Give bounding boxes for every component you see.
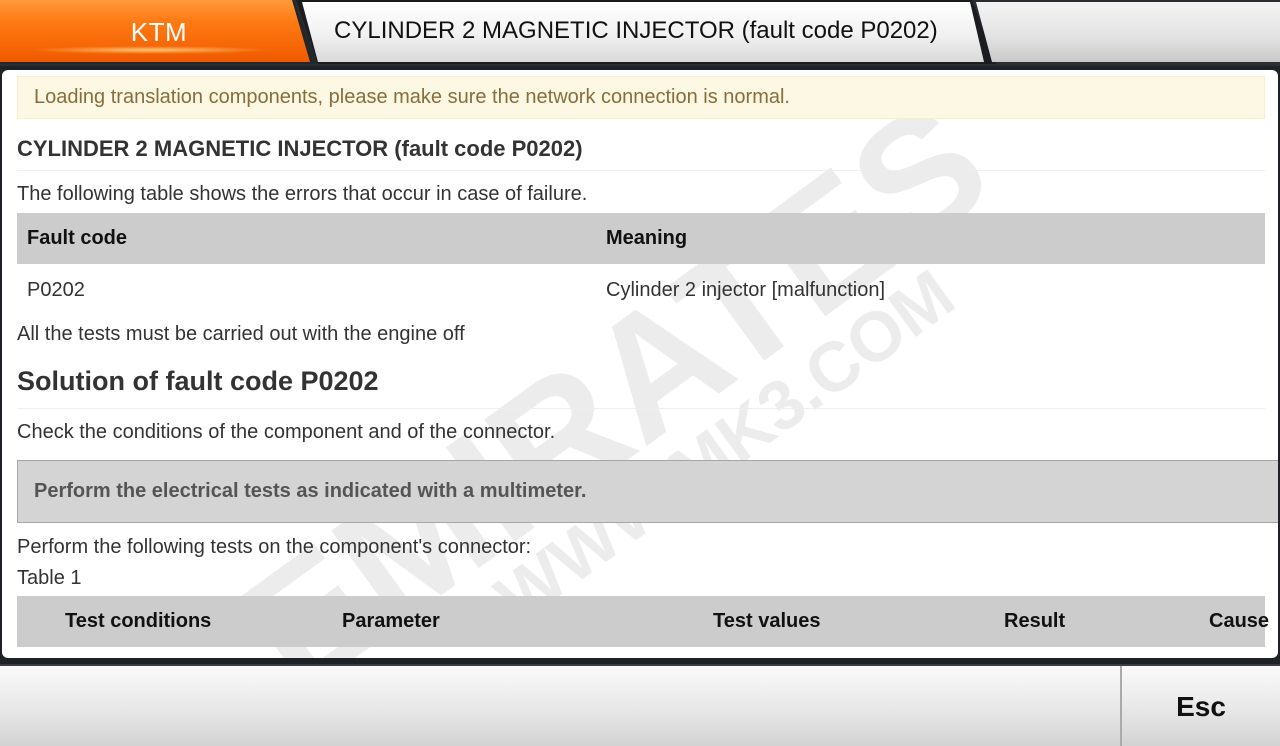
esc-button[interactable]: Esc	[1122, 666, 1280, 746]
meaning-header: Meaning	[606, 227, 688, 249]
top-header: KTM CYLINDER 2 MAGNETIC INJECTOR (fault …	[0, 0, 1280, 66]
meaning-cell: Cylinder 2 injector [malfunction]	[606, 279, 886, 301]
parameter-header: Parameter	[342, 610, 440, 632]
fault-code-cell: P0202	[27, 279, 85, 301]
page-title: CYLINDER 2 MAGNETIC INJECTOR (fault code…	[334, 17, 938, 44]
header-filler	[976, 2, 1280, 62]
translation-notice: Loading translation components, please m…	[17, 76, 1265, 119]
tests-intro: Perform the following tests on the compo…	[17, 536, 532, 558]
check-text: Check the conditions of the component an…	[17, 421, 556, 443]
multimeter-callout: Perform the electrical tests as indicate…	[17, 460, 1278, 523]
fault-code-header: Fault code	[27, 227, 128, 249]
test-table-header: Test conditions Parameter Test values Re…	[17, 596, 1269, 647]
table-row: P0202 Cylinder 2 injector [malfunction]	[17, 265, 1265, 314]
cause-header: Cause	[1209, 610, 1270, 632]
engine-note: All the tests must be carried out with t…	[17, 323, 465, 345]
result-header: Result	[1004, 610, 1066, 632]
brand-label: KTM	[130, 17, 188, 47]
content-panel[interactable]: EMIRATES WWW.MK3.COM Loading translation…	[2, 70, 1278, 658]
bottom-toolbar: Esc	[0, 664, 1280, 746]
fault-table-header: Fault code Meaning	[17, 213, 1265, 264]
test-values-header: Test values	[713, 610, 821, 632]
solution-title: Solution of fault code P0202	[17, 366, 1265, 409]
table-label: Table 1	[17, 567, 82, 589]
intro-text: The following table shows the errors tha…	[17, 183, 588, 205]
section-title: CYLINDER 2 MAGNETIC INJECTOR (fault code…	[17, 136, 1265, 171]
test-conditions-header: Test conditions	[65, 610, 212, 632]
